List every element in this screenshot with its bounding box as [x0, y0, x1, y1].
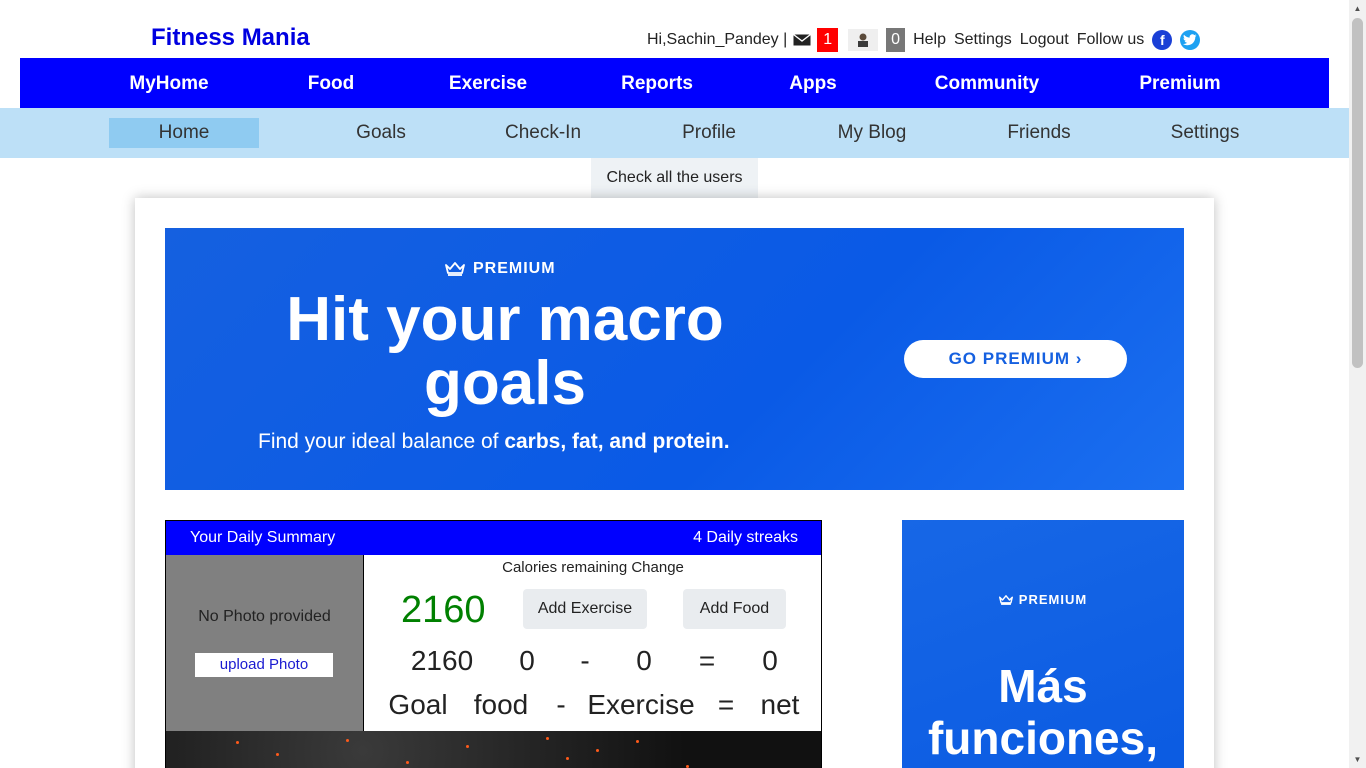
sparks-background-image [166, 731, 821, 768]
vertical-scrollbar[interactable]: ▲ ▼ [1349, 0, 1366, 768]
subnav-goals[interactable]: Goals [356, 118, 406, 148]
spark [236, 741, 239, 744]
calories-remaining-value: 2160 [401, 589, 486, 631]
calories-section: Calories remaining Change 2160 Add Exerc… [363, 555, 821, 731]
goal-value: 2160 [410, 645, 474, 676]
exercise-label: Exercise [587, 689, 695, 720]
profile-photo-placeholder: No Photo provided upload Photo [166, 555, 363, 731]
premium-banner-ad[interactable]: PREMIUM Hit your macro goals Find your i… [165, 228, 1184, 490]
net-label: net [760, 689, 800, 720]
banner-subtext-prefix: Find your ideal balance of [258, 430, 505, 453]
add-food-button[interactable]: Add Food [683, 589, 786, 629]
banner-premium-text: PREMIUM [473, 260, 556, 277]
spark [276, 753, 279, 756]
settings-link[interactable]: Settings [954, 31, 1012, 49]
scroll-up-arrow[interactable]: ▲ [1349, 0, 1366, 17]
avatar-icon[interactable] [848, 29, 879, 51]
nav-premium[interactable]: Premium [1139, 58, 1220, 108]
upload-photo-link[interactable]: upload Photo [195, 653, 333, 677]
spark [346, 739, 349, 742]
daily-streak-count: 4 Daily streaks [693, 529, 798, 546]
nav-apps[interactable]: Apps [789, 58, 837, 108]
brand-logo[interactable]: Fitness Mania [151, 24, 310, 52]
goal-label: Goal [388, 689, 448, 720]
equals-sign: = [698, 645, 716, 676]
nav-food[interactable]: Food [308, 58, 354, 108]
crown-icon [998, 594, 1013, 605]
check-users-dropdown-item[interactable]: Check all the users [591, 158, 758, 198]
subnav-friends[interactable]: Friends [1007, 118, 1070, 148]
subnav-settings[interactable]: Settings [1171, 118, 1240, 148]
subnav-check-in[interactable]: Check-In [505, 118, 581, 148]
side-ad-headline: Más funciones, [927, 660, 1159, 764]
spark [466, 745, 469, 748]
logout-link[interactable]: Logout [1020, 31, 1069, 49]
main-nav: MyHome Food Exercise Reports Apps Commun… [20, 58, 1329, 108]
side-premium-ad[interactable]: PREMIUM Más funciones, [902, 520, 1184, 768]
daily-summary-panel: Your Daily Summary 4 Daily streaks No Ph… [165, 520, 822, 768]
subnav-my-blog[interactable]: My Blog [838, 118, 907, 148]
banner-subtext: Find your ideal balance of carbs, fat, a… [258, 430, 730, 454]
side-ad-premium-text: PREMIUM [1018, 592, 1088, 607]
page: Fitness Mania Hi,Sachin_Pandey | 1 0 Hel… [0, 0, 1366, 768]
banner-subtext-bold: carbs, fat, and protein. [504, 430, 730, 453]
crown-icon [445, 262, 465, 276]
notification-count-badge[interactable]: 0 [886, 28, 906, 52]
subnav-home[interactable]: Home [109, 118, 259, 148]
summary-title: Your Daily Summary [190, 529, 336, 546]
mail-icon[interactable] [793, 34, 812, 46]
help-link[interactable]: Help [913, 31, 946, 49]
food-label: food [473, 689, 529, 720]
spark [596, 749, 599, 752]
calories-remaining-label: Calories remaining Change [502, 559, 684, 576]
spark [406, 761, 409, 764]
minus-sign: - [580, 645, 590, 676]
top-bar: Hi,Sachin_Pandey | 1 0 Help Settings Log… [647, 27, 1208, 53]
facebook-icon[interactable]: f [1152, 30, 1173, 50]
greeting-text: Hi,Sachin_Pandey | [647, 31, 788, 48]
nav-community[interactable]: Community [935, 58, 1040, 108]
spark [566, 757, 569, 760]
net-value: 0 [762, 645, 778, 676]
no-photo-text: No Photo provided [198, 608, 331, 625]
banner-premium-badge: PREMIUM [445, 260, 556, 278]
minus-label: - [556, 689, 566, 720]
food-value: 0 [519, 645, 535, 676]
equals-label: = [717, 689, 735, 720]
nav-reports[interactable]: Reports [621, 58, 693, 108]
twitter-icon[interactable] [1180, 30, 1201, 50]
add-exercise-button[interactable]: Add Exercise [523, 589, 647, 629]
spark [636, 740, 639, 743]
mail-count-badge[interactable]: 1 [817, 28, 839, 52]
nav-myhome[interactable]: MyHome [129, 58, 208, 108]
side-ad-premium-badge: PREMIUM [902, 592, 1184, 607]
sub-nav: Home Goals Check-In Profile My Blog Frie… [0, 108, 1349, 158]
summary-header: Your Daily Summary 4 Daily streaks [166, 521, 821, 555]
spark [546, 737, 549, 740]
banner-headline: Hit your macro goals [286, 285, 724, 418]
scroll-thumb[interactable] [1352, 18, 1363, 368]
follow-us-label: Follow us [1076, 31, 1145, 48]
exercise-value: 0 [636, 645, 652, 676]
nav-exercise[interactable]: Exercise [449, 58, 527, 108]
subnav-profile[interactable]: Profile [682, 118, 736, 148]
go-premium-button[interactable]: GO PREMIUM › [904, 340, 1127, 378]
scroll-down-arrow[interactable]: ▼ [1349, 751, 1366, 768]
